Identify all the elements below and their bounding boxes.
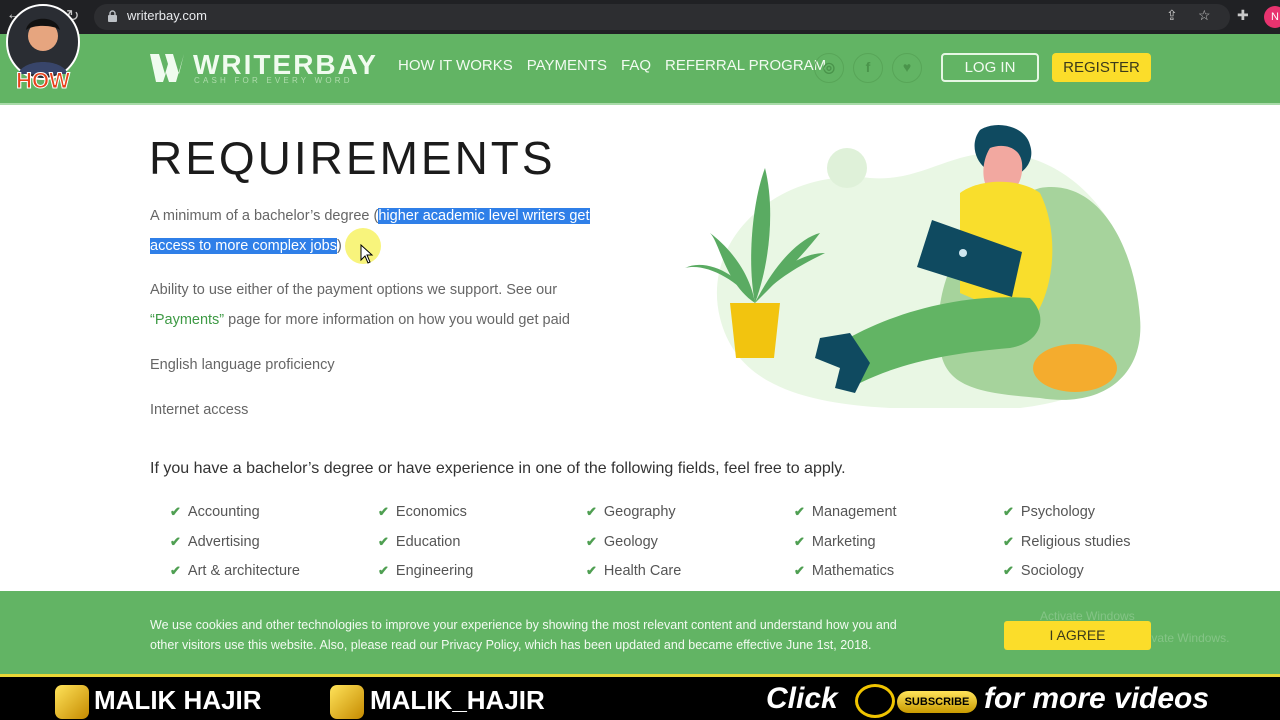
field-label: Marketing [811,533,876,550]
browser-toolbar: ← ↻ writerbay.com ⇪ ☆ ✚ N [0,0,1280,34]
play-icon [855,684,895,718]
field-item: ✔ Art & architecture [170,563,300,579]
cookie-line-2: other visitors use this website. Also, p… [150,637,872,652]
brand-tagline: CASH FOR EVERY WORD [194,76,353,85]
field-label: Geology [603,533,658,550]
field-label: Health Care [603,563,682,579]
check-icon: ✔ [794,563,805,578]
field-item: ✔ Advertising [170,534,260,550]
field-item: ✔ Geology [586,534,658,550]
agree-button[interactable]: I AGREE [1004,621,1151,650]
field-item: ✔ Marketing [794,534,876,550]
channel-logo: HOW [6,4,80,90]
requirement-payments-text: Ability to use either of the payment opt… [150,282,558,298]
check-icon: ✔ [1003,504,1014,519]
share-icon[interactable]: ⇪ [1166,7,1178,24]
menu-referral-program[interactable]: REFERRAL PROGRAM [665,57,826,74]
cookie-banner: We use cookies and other technologies to… [0,591,1280,674]
menu-payments[interactable]: PAYMENTS [527,57,607,74]
paren: ) [336,237,342,254]
requirement-payments: Ability to use either of the payment opt… [150,276,620,335]
extensions-icon[interactable]: ✚ [1237,7,1249,24]
field-item: ✔ Management [794,504,897,520]
promo-facebook: MALIK HAJIR [94,685,262,715]
field-label: Advertising [187,533,260,550]
field-label: Sociology [1020,563,1084,579]
twitter-icon[interactable]: ♥ [892,53,922,83]
check-icon: ✔ [378,533,389,549]
lock-icon [108,10,117,22]
page-title: REQUIREMENTS [149,132,556,184]
promo-banner: MALIK HAJIR MALIK_HAJIR Click SUBSCRIBE … [0,674,1280,720]
facebook-icon [55,685,89,719]
field-item: ✔ Sociology [1003,563,1084,579]
check-icon: ✔ [1003,563,1014,578]
requirement-payments-text-2: page for more information on how you wou… [224,311,570,328]
field-item: ✔ Accounting [170,504,260,520]
check-icon: ✔ [586,563,597,578]
mouse-cursor-icon [360,244,374,264]
field-item: ✔ Engineering [378,563,473,579]
field-label: Management [811,504,897,520]
field-label: Religious studies [1020,533,1131,550]
instagram-icon[interactable]: ◎ [814,53,844,83]
check-icon: ✔ [586,504,597,519]
check-icon: ✔ [170,563,181,578]
field-item: ✔ Health Care [586,563,681,579]
field-label: Economics [395,504,467,520]
field-item: ✔ Geography [586,504,676,520]
field-item: ✔ Economics [378,504,467,520]
promo-instagram: MALIK_HAJIR [370,685,545,715]
requirement-degree: A minimum of a bachelor’s degree (higher… [150,202,620,261]
promo-more: for more videos [984,682,1210,715]
field-label: Engineering [395,563,474,579]
cookie-message: We use cookies and other technologies to… [150,616,950,655]
payments-link[interactable]: “Payments” [150,312,224,328]
main-menu: HOW IT WORKS PAYMENTS FAQ REFERRAL PROGR… [398,57,840,74]
star-icon[interactable]: ☆ [1198,7,1211,24]
register-button[interactable]: REGISTER [1052,53,1151,82]
fields-intro: If you have a bachelor’s degree or have … [150,460,846,477]
writerbay-logo-icon [150,54,184,82]
selected-text[interactable]: higher academic level writers get [378,208,590,224]
field-label: Art & architecture [187,563,300,579]
subscribe-badge: SUBSCRIBE [897,691,977,713]
check-icon: ✔ [794,504,805,519]
menu-how-it-works[interactable]: HOW IT WORKS [398,57,513,74]
field-item: ✔ Religious studies [1003,534,1131,550]
field-item: ✔ Education [378,534,460,550]
field-label: Accounting [187,504,260,520]
illustration-man-with-laptop [685,125,1141,408]
check-icon: ✔ [794,533,805,549]
field-label: Mathematics [811,563,895,579]
field-item: ✔ Psychology [1003,504,1095,520]
menu-faq[interactable]: FAQ [621,57,651,74]
selected-text[interactable]: access to more complex jobs [150,237,337,254]
check-icon: ✔ [378,504,389,519]
address-bar[interactable] [94,4,1230,30]
field-label: Education [395,533,461,550]
facebook-icon[interactable]: f [853,53,883,83]
svg-text:HOW: HOW [16,68,70,90]
check-icon: ✔ [170,504,181,519]
login-button[interactable]: LOG IN [941,53,1039,82]
field-item: ✔ Mathematics [794,563,894,579]
field-label: Geography [603,504,676,520]
requirement-degree-text: A minimum of a bachelor’s degree ( [150,208,379,224]
check-icon: ✔ [1003,533,1014,549]
profile-avatar[interactable]: N [1264,6,1280,28]
field-label: Psychology [1020,504,1096,520]
check-icon: ✔ [170,533,181,549]
site-header: WRITERBAY CASH FOR EVERY WORD HOW IT WOR… [0,34,1280,105]
check-icon: ✔ [378,563,389,578]
cookie-line-1: We use cookies and other technologies to… [150,618,897,632]
check-icon: ✔ [586,533,597,549]
url-text[interactable]: writerbay.com [127,8,207,23]
requirement-english: English language proficiency [150,357,335,373]
instagram-icon [330,685,364,719]
promo-click: Click [766,682,838,715]
requirement-internet: Internet access [150,402,249,418]
